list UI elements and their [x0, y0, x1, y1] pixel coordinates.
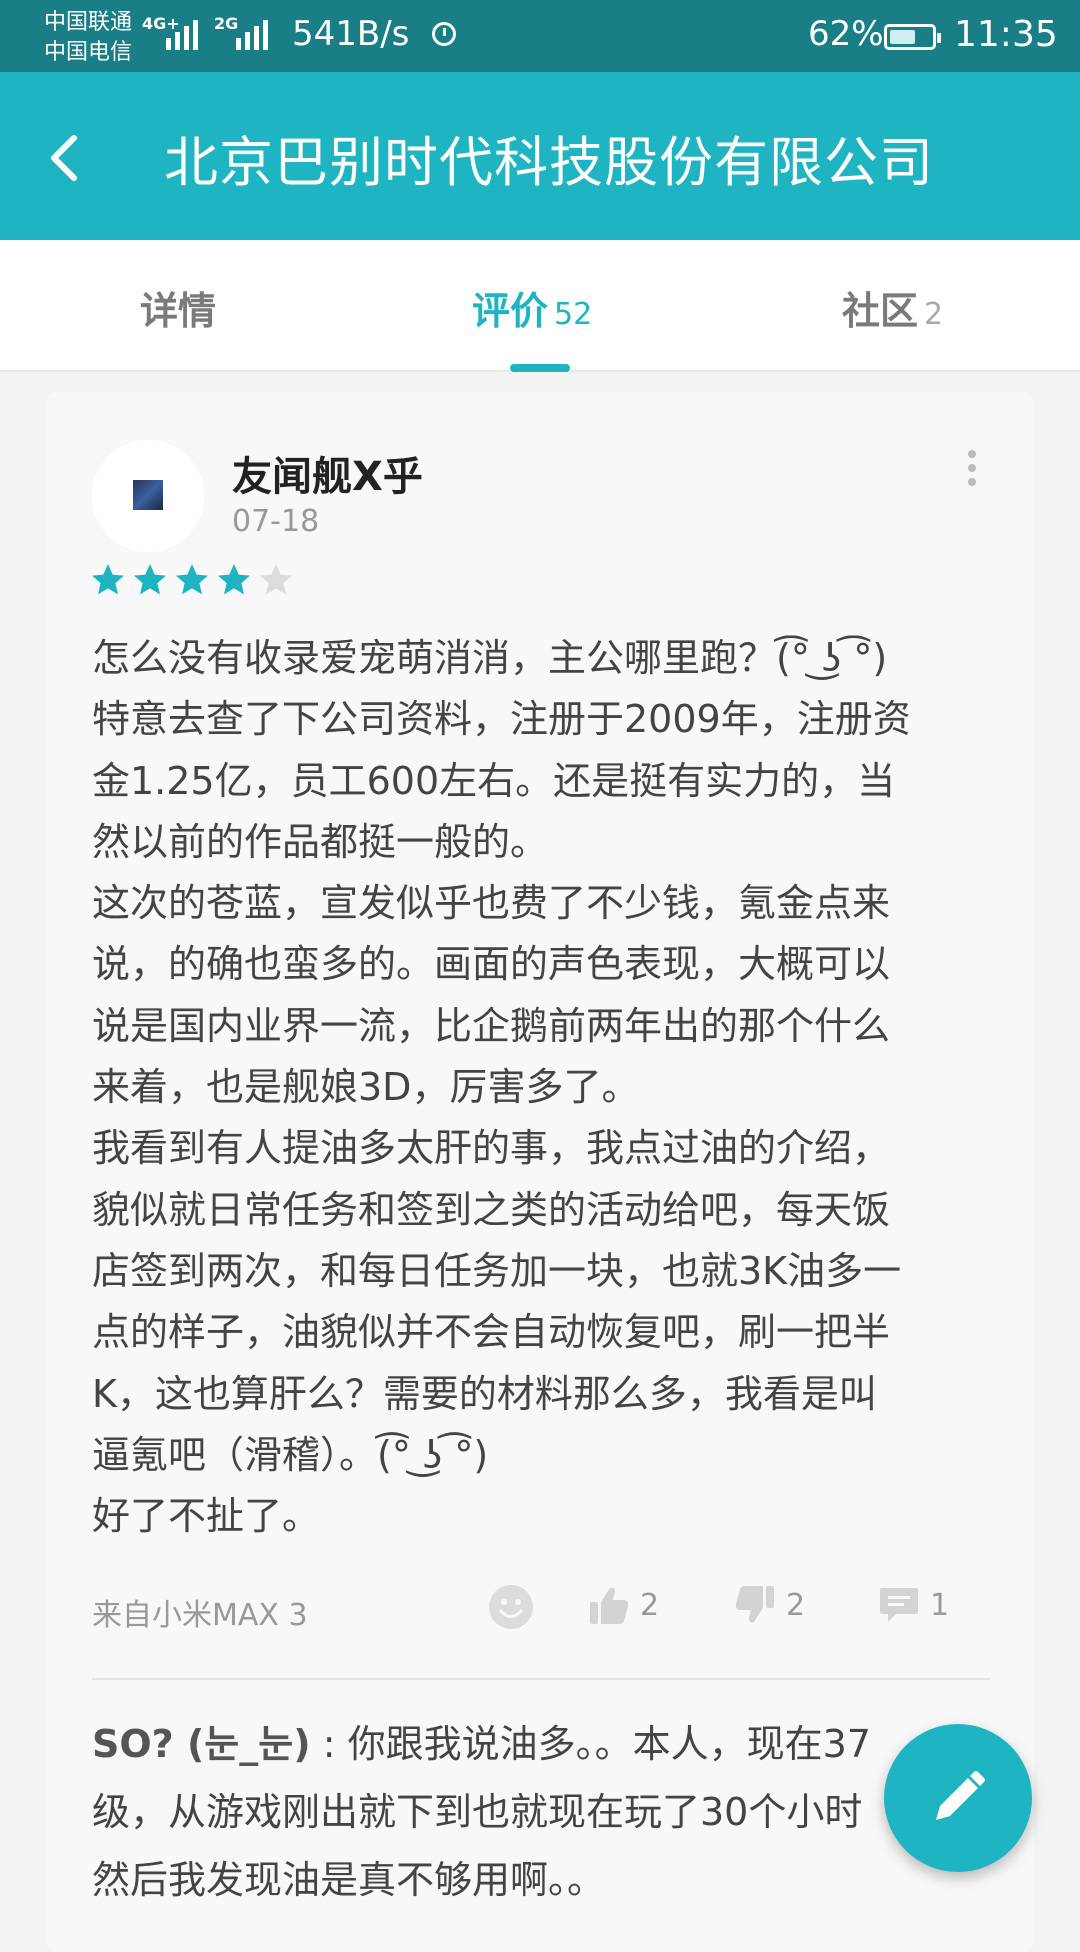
device-label: 来自小米MAX 3 — [92, 1598, 308, 1633]
status-bar: 中国联通 中国电信 4G+ 2G 541B/s 62% 11:35 — [0, 0, 1080, 72]
divider — [92, 1678, 990, 1680]
tab-reviews[interactable]: 评价 52 — [472, 280, 592, 335]
reply-button[interactable]: 1 — [878, 1584, 949, 1626]
review-line: 这次的苍蓝，宣发似乎也费了不少钱，氪金点来 — [92, 881, 891, 926]
review-line: 来着，也是舰娘3D，厉害多了。 — [92, 1065, 640, 1110]
thumbs-down-icon — [735, 1586, 774, 1623]
reply-line: SO? (눈_눈) : 你跟我说油多。。本人，现在37 — [92, 1710, 992, 1778]
like-count: 2 — [640, 1587, 660, 1623]
battery-icon — [884, 24, 941, 50]
network-speed: 541B/s — [292, 14, 410, 54]
review-line: K，这也算肝么？需要的材料那么多，我看是叫 — [92, 1371, 877, 1416]
battery-percent: 62% — [808, 14, 884, 54]
tab-details[interactable]: 详情 — [140, 280, 216, 335]
more-options-button[interactable] — [960, 450, 984, 494]
review-line: 我看到有人提油多太肝的事，我点过油的介绍， — [92, 1126, 891, 1171]
reply-author: SO? (눈_눈) — [92, 1722, 311, 1766]
review-author-name[interactable]: 友闻舰X乎 — [232, 444, 423, 502]
star-filled-icon — [176, 564, 208, 595]
reply-line: 级，从游戏刚出就下到也就现在玩了30个小时 — [92, 1790, 863, 1834]
dot-icon — [968, 464, 976, 472]
smiley-icon — [489, 1585, 533, 1629]
reply-line: 然后我发现油是真不够用啊。。 — [92, 1858, 606, 1902]
star-filled-icon — [92, 564, 124, 595]
write-review-button[interactable] — [884, 1724, 1032, 1872]
star-filled-icon — [218, 564, 250, 595]
carrier-labels: 中国联通 中国电信 — [44, 8, 132, 68]
chevron-left-icon — [51, 135, 77, 181]
battery-level-fill — [890, 30, 915, 44]
tab-label: 详情 — [140, 289, 217, 333]
review-line: 好了不扯了。 — [92, 1494, 321, 1539]
review-line: 然以前的作品都挺一般的。 — [92, 819, 549, 864]
review-date: 07-18 — [232, 504, 320, 539]
stopwatch-icon — [432, 22, 456, 46]
reply-count: 1 — [930, 1587, 950, 1623]
dot-icon — [968, 478, 976, 486]
tab-indicator — [510, 364, 570, 372]
carrier-1: 中国联通 — [44, 10, 133, 35]
review-line: 金1.25亿，员工600左右。还是挺有实力的，当 — [92, 758, 896, 803]
tab-count: 52 — [554, 297, 593, 332]
clock: 11:35 — [954, 14, 1058, 55]
tab-bar: 详情 评价 52 社区 2 — [0, 240, 1080, 372]
dislike-count: 2 — [786, 1587, 806, 1623]
signal-type-2: 2G — [214, 14, 239, 33]
star-rating — [90, 562, 294, 598]
tab-label: 社区 — [842, 289, 919, 333]
pencil-icon — [936, 1771, 985, 1820]
signal-bars-2-icon — [236, 16, 268, 50]
review-line: 逼氪吧（滑稽）。(͡° ͜ʖ ͡°) — [92, 1432, 489, 1477]
tab-count: 2 — [924, 297, 944, 332]
signal-bars-1-icon — [166, 16, 198, 50]
star-empty-icon — [260, 564, 292, 595]
review-footer: 来自小米MAX 3 2 2 1 — [92, 1585, 992, 1640]
avatar[interactable] — [92, 440, 204, 552]
like-button[interactable]: 2 — [588, 1584, 659, 1626]
page-title: 北京巴别时代科技股份有限公司 — [164, 131, 934, 194]
carrier-2: 中国电信 — [44, 40, 133, 65]
review-line: 店签到两次，和每日任务加一块，也就3K油多一 — [92, 1248, 902, 1293]
review-line: 说，的确也蛮多的。画面的声色表现，大概可以 — [92, 942, 891, 987]
comment-icon — [880, 1588, 918, 1622]
tab-label: 评价 — [472, 289, 549, 333]
review-line: 特意去查了下公司资料，注册于2009年，注册资 — [92, 697, 911, 742]
review-line: 点的样子，油貌似并不会自动恢复吧，刷一把半 — [92, 1310, 891, 1355]
dot-icon — [968, 450, 976, 458]
review-line: 说是国内业界一流，比企鹅前两年出的那个什么 — [92, 1003, 891, 1048]
reply-line-text: 你跟我说油多。。本人，现在37 — [347, 1722, 871, 1766]
review-line: 貌似就日常任务和签到之类的活动给吧，每天饭 — [92, 1187, 891, 1232]
tab-community[interactable]: 社区 2 — [842, 280, 943, 335]
avatar-image — [133, 480, 163, 510]
thumbs-up-icon — [590, 1587, 629, 1624]
reply-separator: : — [322, 1722, 336, 1766]
review-body: 怎么没有收录爱宠萌消消，主公哪里跑？(͡° ͜ʖ ͡°) 特意去查了下公司资料，注… — [92, 628, 992, 1547]
review-line: 怎么没有收录爱宠萌消消，主公哪里跑？(͡° ͜ʖ ͡°) — [92, 636, 888, 680]
app-bar: 北京巴别时代科技股份有限公司 — [0, 72, 1080, 240]
emoji-reaction-button[interactable] — [488, 1584, 534, 1630]
reply-preview[interactable]: SO? (눈_눈) : 你跟我说油多。。本人，现在37 级，从游戏刚出就下到也就… — [92, 1710, 992, 1914]
dislike-button[interactable]: 2 — [734, 1584, 805, 1626]
star-filled-icon — [134, 564, 166, 595]
back-button[interactable] — [40, 122, 110, 192]
